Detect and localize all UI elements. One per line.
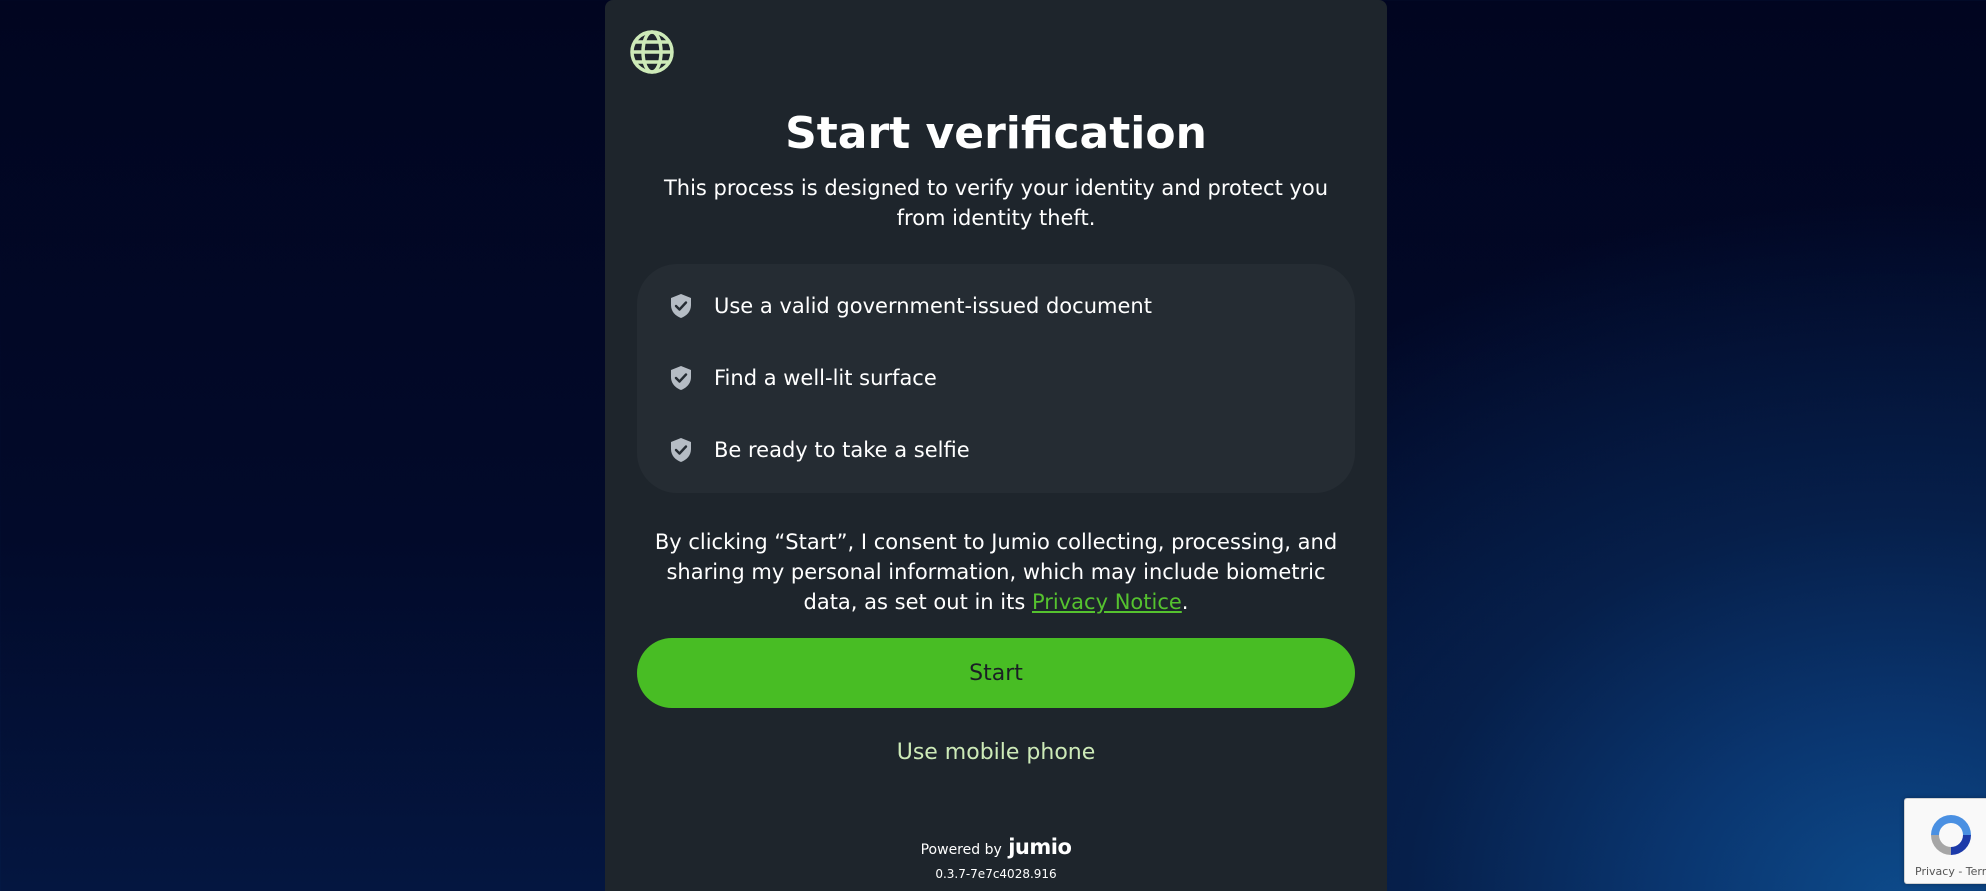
recaptcha-terms[interactable]: Privacy - Terms [1915,865,1986,878]
list-item: Find a well-lit surface [669,362,937,394]
list-item: Be ready to take a selfie [669,434,970,466]
requirements-list: Use a valid government-issued document F… [637,264,1355,493]
privacy-notice-link[interactable]: Privacy Notice [1032,590,1182,614]
globe-icon[interactable] [628,28,676,76]
page-title: Start verification [785,108,1207,159]
consent-text: By clicking “Start”, I consent to Jumio … [637,527,1355,617]
powered-by-label: Powered by [920,842,1002,858]
jumio-logo: jumio [1008,835,1072,859]
list-item-label: Be ready to take a selfie [714,438,970,462]
powered-by: Powered by jumio [605,835,1387,859]
shield-check-icon [669,437,693,463]
page-subtitle: This process is designed to verify your … [663,176,1329,230]
use-mobile-phone-link[interactable]: Use mobile phone [605,740,1387,765]
recaptcha-icon [1927,811,1975,859]
shield-check-icon [669,365,693,391]
verification-card: Start verification This process is desig… [605,0,1387,891]
consent-prefix: By clicking “Start”, I consent to Jumio … [654,530,1338,614]
version-label: 0.3.7-7e7c4028.916 [935,867,1057,881]
recaptcha-badge[interactable]: Privacy - Terms [1904,798,1986,884]
list-item-label: Use a valid government-issued document [714,294,1152,318]
list-item: Use a valid government-issued document [669,290,1152,322]
consent-suffix: . [1181,590,1189,614]
start-button[interactable]: Start [637,638,1355,708]
shield-check-icon [669,293,693,319]
list-item-label: Find a well-lit surface [714,366,937,390]
